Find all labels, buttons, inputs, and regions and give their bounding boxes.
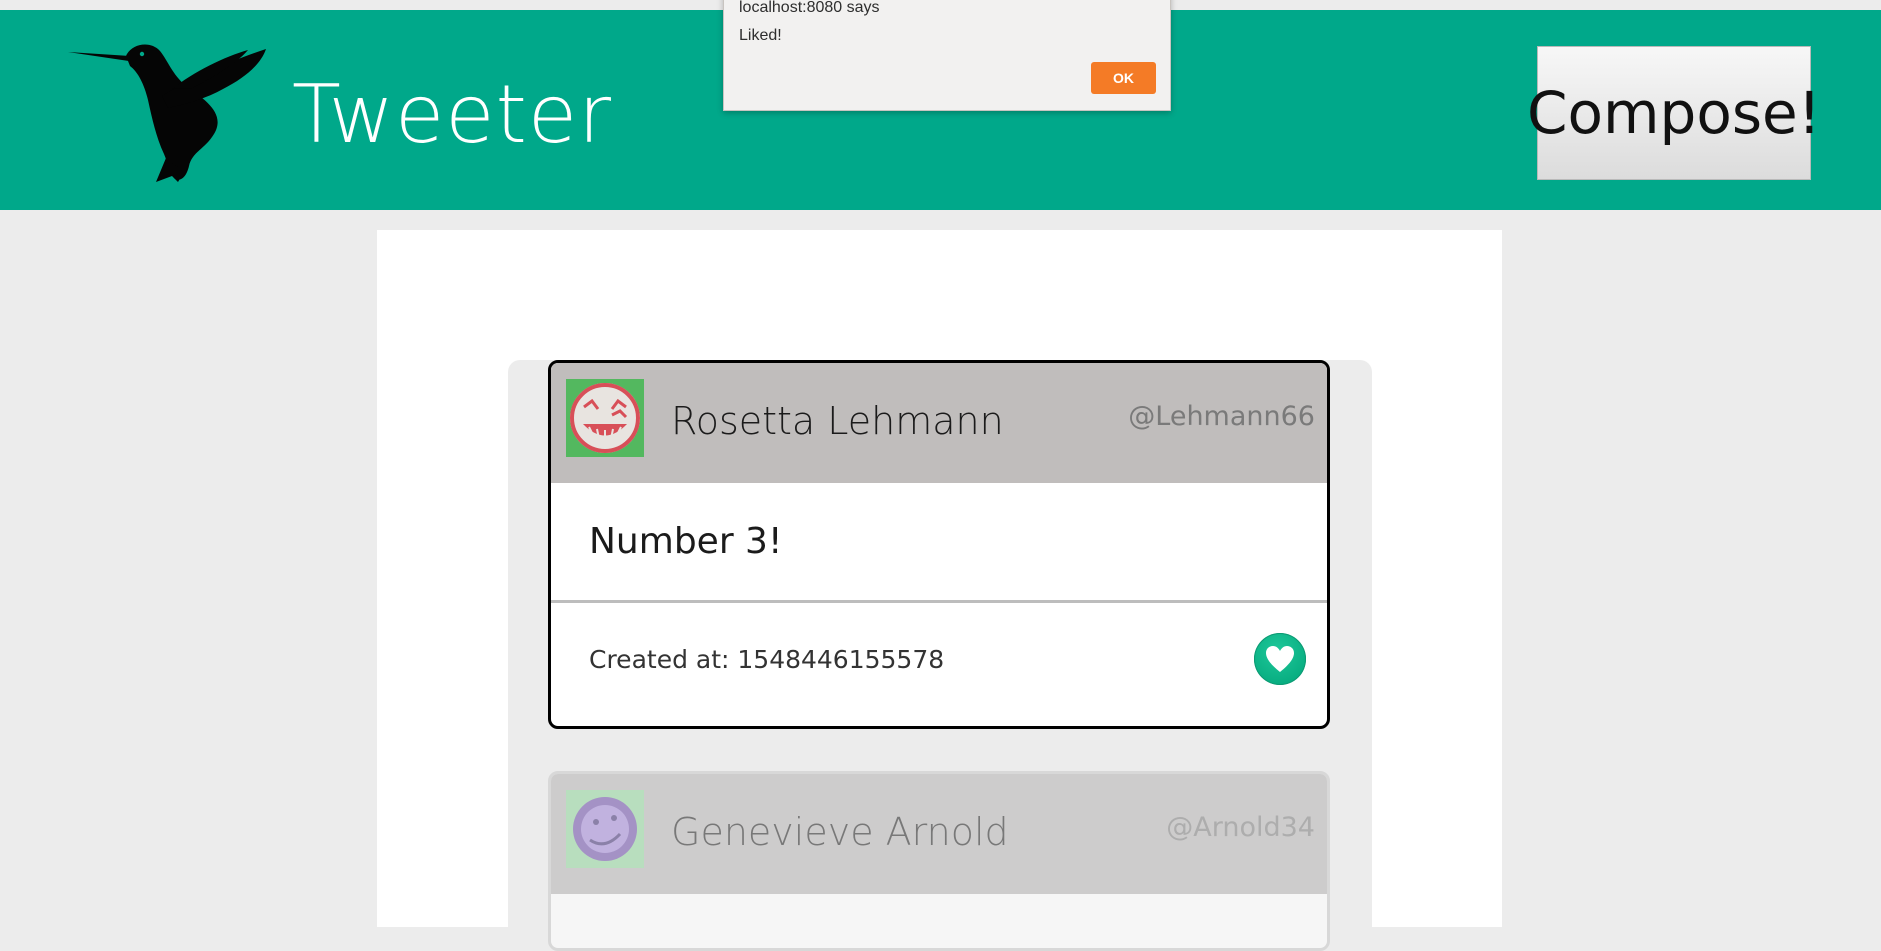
like-button[interactable] (1254, 633, 1306, 685)
tweet-footer: Created at: 1548446155578 (551, 603, 1327, 726)
tweet-card: Genevieve Arnold @Arnold34 (548, 771, 1330, 951)
tweet-header: Genevieve Arnold @Arnold34 (551, 774, 1327, 894)
tweet-text: Number 3! (589, 521, 783, 562)
site-title: Tweeter (292, 68, 612, 161)
heart-icon (1266, 646, 1294, 672)
grinning-face-avatar-icon (566, 379, 644, 457)
dialog-title: localhost:8080 says (739, 0, 880, 16)
alert-dialog: localhost:8080 says Liked! OK (723, 0, 1171, 111)
tweet-author-name: Genevieve Arnold (671, 810, 1009, 854)
purple-face-avatar-icon (566, 790, 644, 868)
tweet-header: Rosetta Lehmann @Lehmann66 (551, 363, 1327, 483)
tweet-author-handle: @Lehmann66 (1128, 401, 1315, 432)
tweet-card: Rosetta Lehmann @Lehmann66 Number 3! Cre… (548, 360, 1330, 729)
hummingbird-logo-icon (68, 44, 266, 182)
dialog-ok-button[interactable]: OK (1091, 62, 1156, 94)
tweet-author-name: Rosetta Lehmann (671, 399, 1004, 443)
tweet-author-handle: @Arnold34 (1166, 812, 1315, 843)
tweet-body: Number 3! (551, 483, 1327, 603)
dialog-message: Liked! (739, 27, 782, 44)
compose-button[interactable]: Compose! (1527, 46, 1821, 180)
tweet-created-at: Created at: 1548446155578 (589, 645, 945, 674)
